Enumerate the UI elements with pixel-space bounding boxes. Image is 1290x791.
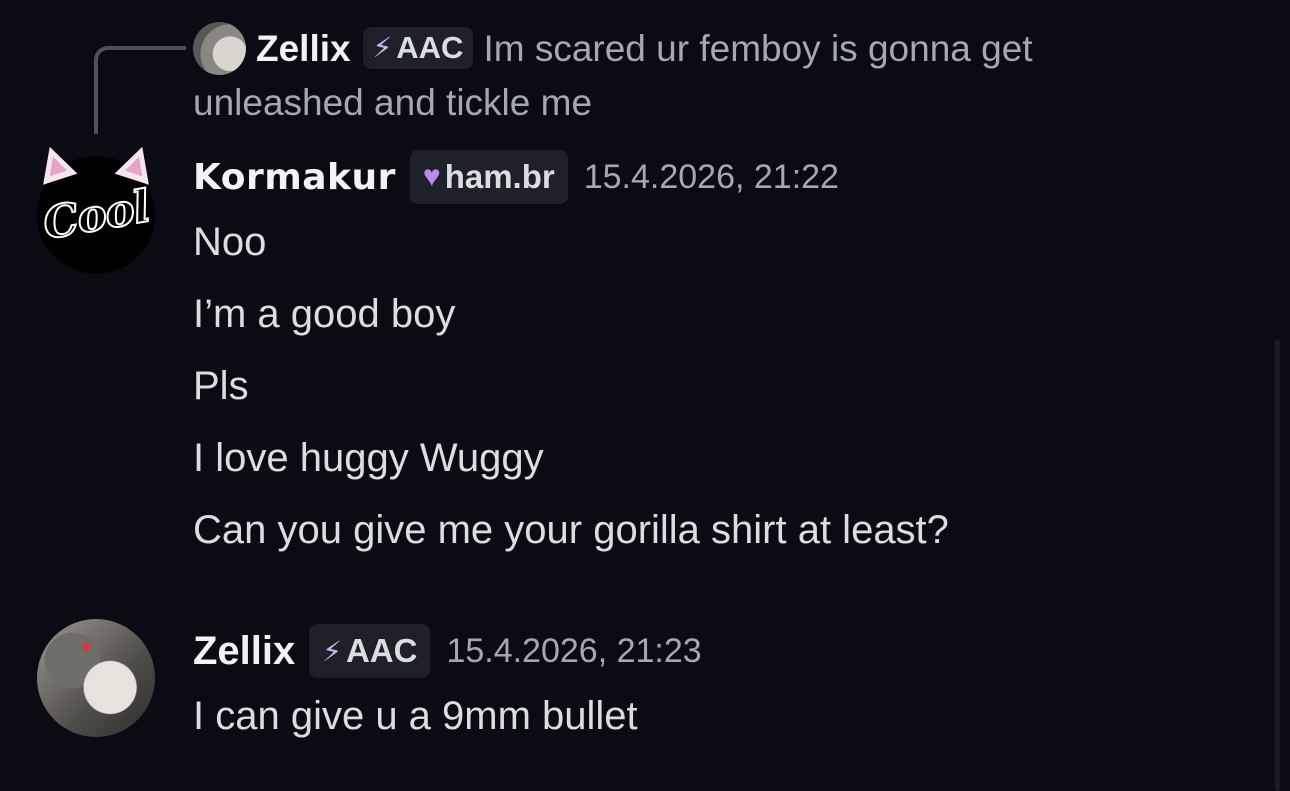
reply-connector-line: [94, 46, 186, 134]
timestamp: 15.4.2026, 21:23: [446, 631, 702, 670]
heart-icon: ♥: [81, 637, 92, 657]
message-line[interactable]: Can you give me your gorilla shirt at le…: [193, 494, 949, 566]
username[interactable]: Zellix: [193, 629, 295, 674]
scrollbar[interactable]: [1275, 340, 1280, 791]
cat-ear-left: [32, 141, 78, 185]
message-line[interactable]: Noo: [193, 206, 949, 278]
message-line[interactable]: I love huggy Wuggy: [193, 422, 949, 494]
reply-reference[interactable]: Zellix ⚡ AAC Im scared ur femboy is gonna g…: [193, 22, 1153, 130]
server-tag[interactable]: ⚡ AAC: [309, 624, 431, 678]
timestamp: 15.4.2026, 21:22: [583, 157, 839, 196]
server-tag[interactable]: ♥ ham.br: [409, 150, 568, 204]
message-lines: I can give u a 9mm bullet: [193, 680, 638, 752]
chat-view: Zellix ⚡ AAC Im scared ur femboy is gonna g…: [0, 0, 1290, 791]
avatar[interactable]: Cool: [32, 141, 160, 274]
message-header: Kormakur ♥ ham.br 15.4.2026, 21:22: [193, 150, 839, 204]
lightning-icon: ⚡: [322, 635, 342, 667]
purple-heart-icon: ♥: [422, 160, 441, 193]
message-header: Zellix ⚡ AAC 15.4.2026, 21:23: [193, 624, 702, 678]
message-line[interactable]: I’m a good boy: [193, 278, 949, 350]
avatar-text: Cool: [38, 180, 154, 251]
username[interactable]: Kormakur: [193, 157, 396, 198]
server-tag-label: AAC: [345, 632, 418, 669]
reply-avatar[interactable]: [193, 22, 246, 75]
reply-tag-label: AAC: [396, 30, 464, 65]
message-line[interactable]: I can give u a 9mm bullet: [193, 680, 638, 752]
reply-author[interactable]: Zellix: [256, 28, 351, 69]
avatar[interactable]: ♥: [37, 619, 155, 737]
message-lines: Noo I’m a good boy Pls I love huggy Wugg…: [193, 206, 949, 566]
reply-author-tag[interactable]: ⚡ AAC: [362, 27, 474, 69]
message-line[interactable]: Pls: [193, 350, 949, 422]
cat-ear-right: [114, 141, 160, 185]
server-tag-label: ham.br: [444, 158, 555, 195]
lightning-icon: ⚡: [372, 32, 393, 63]
